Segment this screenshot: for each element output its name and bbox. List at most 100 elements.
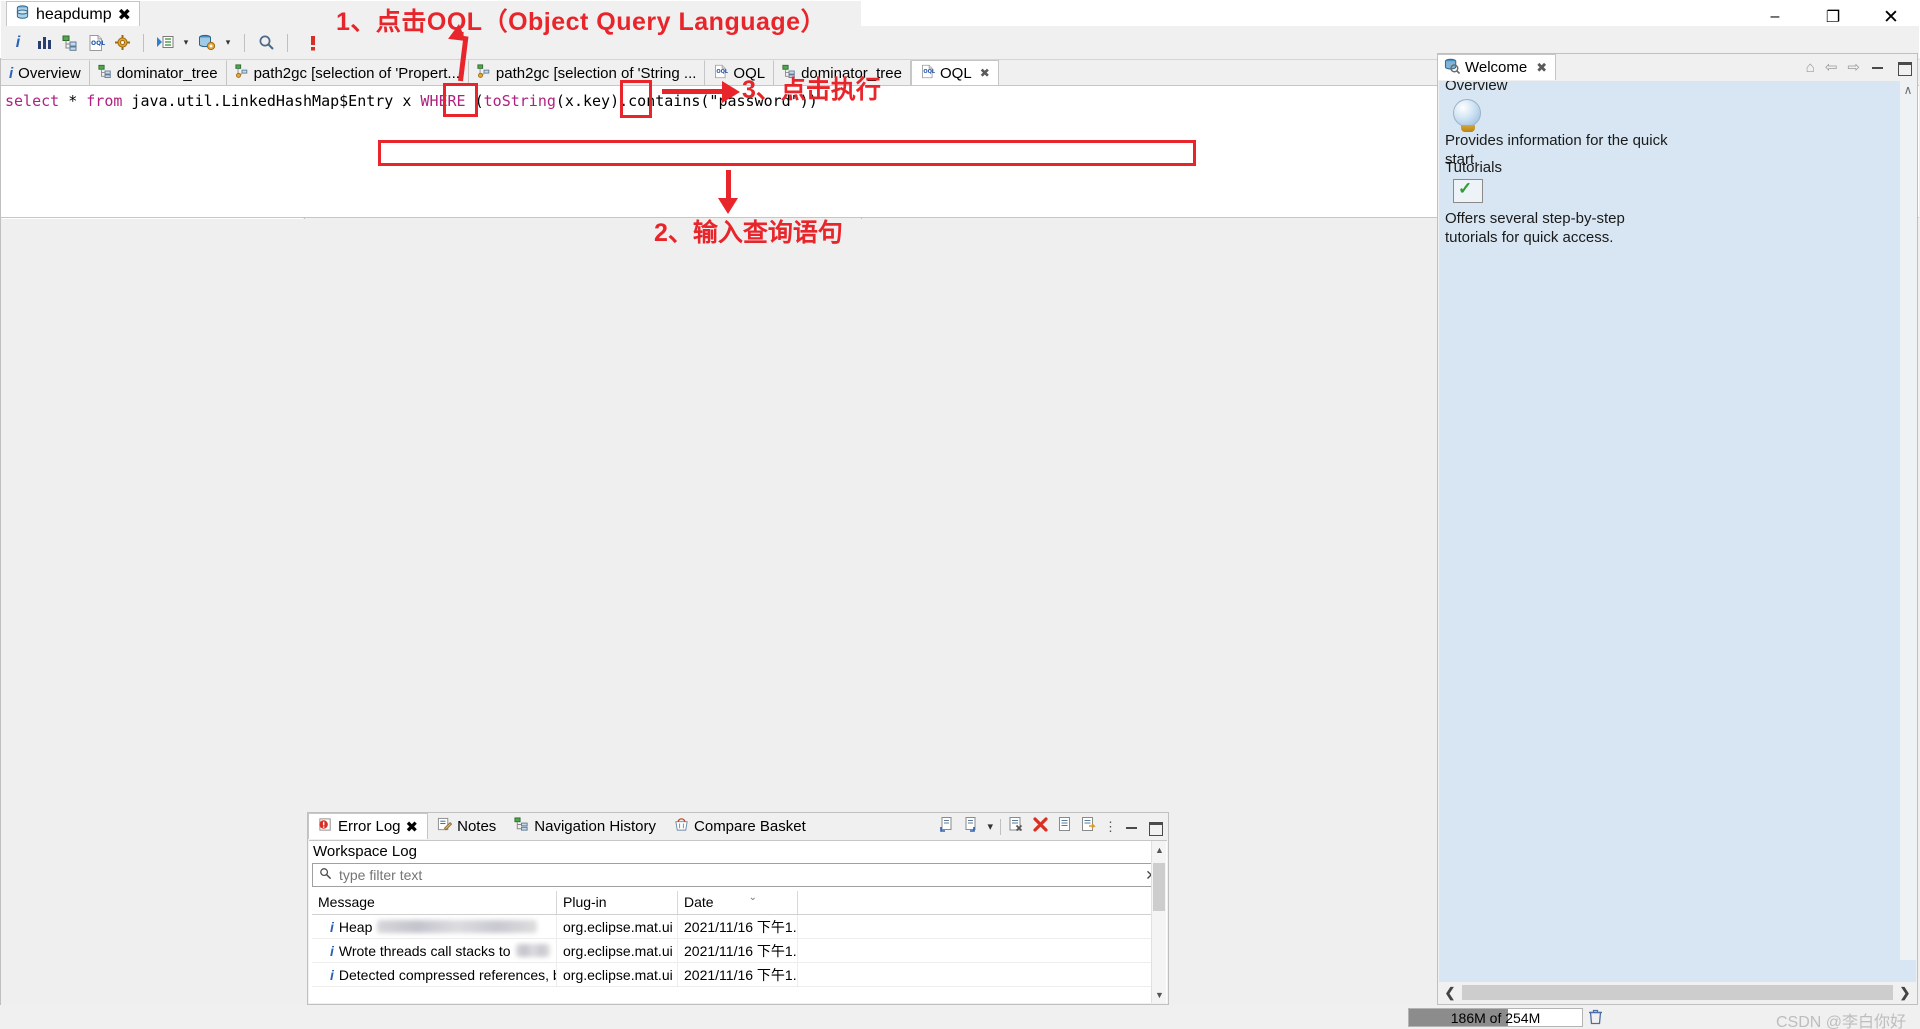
tab-navigation-history-label: Navigation History	[534, 818, 656, 835]
editor-tab-heapdump[interactable]: heapdump ✖	[6, 1, 140, 27]
dominator-tree-icon[interactable]	[59, 31, 81, 55]
forward-arrow-icon[interactable]: ⇨	[1847, 58, 1860, 76]
query-tab-dominator-tree-1[interactable]: dominator_tree	[90, 60, 227, 85]
import-log-icon[interactable]	[939, 816, 956, 837]
table-row[interactable]: i Heap org.eclipse.mat.ui 2021/11/16 下午1…	[312, 915, 1164, 939]
error-log-toolbar: ▾	[939, 816, 1163, 837]
clear-log-icon[interactable]	[1008, 816, 1025, 837]
welcome-section-tutorials-text: Offers several step-by-step tutorials fo…	[1445, 209, 1675, 247]
column-header-plugin[interactable]: Plug-in	[557, 891, 678, 914]
overview-info-icon[interactable]: i	[7, 31, 29, 55]
heap-dump-actions-icon[interactable]	[196, 31, 218, 55]
cell-plugin: org.eclipse.mat.ui	[557, 915, 678, 938]
welcome-content: Overview Provides information for the qu…	[1439, 81, 1916, 982]
globe-icon[interactable]	[1453, 99, 1481, 127]
tab-error-log[interactable]: Error Log ✖	[308, 813, 428, 839]
query-tab-oql-active[interactable]: OQL OQL ✖	[911, 60, 999, 85]
bottom-panel-maximize-icon[interactable]	[1147, 819, 1163, 835]
run-expert-dropdown-caret-icon[interactable]: ▾	[180, 32, 192, 54]
column-header-message[interactable]: Message	[312, 891, 557, 914]
path2gc-icon	[477, 64, 491, 82]
navigation-history-icon	[514, 817, 529, 836]
editor-tab-close-icon[interactable]: ✖	[118, 5, 131, 25]
filter-input-wrapper[interactable]: ✕	[312, 863, 1164, 887]
table-row[interactable]: i Wrote threads call stacks to org.eclip…	[312, 939, 1164, 963]
svg-text:OQL: OQL	[717, 69, 729, 75]
trash-icon[interactable]	[1588, 1009, 1603, 1029]
query-tab-path2gc-1[interactable]: path2gc [selection of 'Propert...	[227, 60, 469, 85]
welcome-tab-close-icon[interactable]: ✖	[1536, 60, 1547, 76]
welcome-tab[interactable]: Welcome ✖	[1438, 54, 1556, 80]
restore-log-icon[interactable]	[1080, 816, 1097, 837]
scroll-up-arrow-icon[interactable]: ▲	[1152, 841, 1167, 858]
query-tab-path2gc-2-label: path2gc [selection of 'String ...	[496, 65, 696, 82]
histogram-icon[interactable]	[33, 31, 55, 55]
annotation-highlight-oql-button	[443, 83, 478, 117]
cell-extra	[798, 939, 1164, 962]
svg-text:OQL: OQL	[91, 40, 105, 47]
filter-input[interactable]	[337, 866, 1140, 884]
view-menu-dropdown-icon[interactable]: ▾	[987, 820, 993, 833]
welcome-minimize-icon[interactable]	[1870, 59, 1886, 75]
heap-status-indicator[interactable]: 186M of 254M	[1408, 1008, 1583, 1027]
scroll-down-arrow-icon[interactable]: ▼	[1152, 986, 1167, 1003]
search-icon[interactable]	[255, 31, 277, 55]
table-row[interactable]: i Detected compressed references, b org.…	[312, 963, 1164, 987]
tab-compare-basket[interactable]: Compare Basket	[665, 813, 815, 839]
welcome-maximize-icon[interactable]	[1896, 59, 1912, 75]
error-log-icon	[318, 817, 333, 836]
welcome-scroll-right-icon[interactable]: ❯	[1894, 985, 1916, 1001]
view-menu-icon[interactable]: ⋮	[1104, 819, 1117, 835]
welcome-vertical-scrollbar[interactable]: ∧	[1900, 81, 1916, 960]
tab-navigation-history[interactable]: Navigation History	[505, 813, 665, 839]
watermark: CSDN @李白你好	[1776, 1008, 1906, 1029]
annotation-arrow-3-head	[722, 81, 740, 103]
toolbar-separator-3	[287, 34, 288, 52]
run-expert-system-icon[interactable]	[154, 31, 176, 55]
info-severity-icon: i	[330, 943, 334, 959]
welcome-scroll-left-icon[interactable]: ❮	[1439, 985, 1461, 1001]
cell-date: 2021/11/16 下午1...	[678, 963, 798, 986]
oql-token-select: select	[5, 92, 59, 110]
heap-dump-dropdown-caret-icon[interactable]: ▾	[222, 32, 234, 54]
cell-message: i Detected compressed references, b	[312, 963, 557, 986]
cell-plugin: org.eclipse.mat.ui	[557, 963, 678, 986]
welcome-view: Welcome ✖ ⌂ ⇦ ⇨ Overview Provides inform…	[1437, 53, 1918, 1005]
welcome-section-overview-title[interactable]: Overview	[1445, 81, 1508, 94]
error-log-vertical-scrollbar[interactable]: ▲ ▼	[1151, 841, 1166, 1003]
bottom-panel-tab-row: Error Log ✖ Notes	[308, 813, 1168, 839]
oql-icon[interactable]: OQL	[85, 31, 107, 55]
welcome-horizontal-scrollbar[interactable]: ❮ ❯	[1439, 982, 1916, 1003]
query-tab-path2gc-2[interactable]: path2gc [selection of 'String ...	[469, 60, 705, 85]
info-severity-icon: i	[330, 967, 334, 983]
error-log-tab-close-icon[interactable]: ✖	[406, 818, 419, 836]
home-icon[interactable]: ⌂	[1806, 59, 1815, 76]
column-header-date-label: Date	[684, 894, 714, 910]
column-header-date[interactable]: Date ⌄	[678, 891, 798, 914]
back-arrow-icon[interactable]: ⇦	[1825, 58, 1838, 76]
oql-token-from: from	[86, 92, 122, 110]
welcome-hscroll-track[interactable]	[1462, 985, 1893, 1000]
delete-log-icon[interactable]	[1032, 816, 1049, 837]
cell-extra	[798, 963, 1164, 986]
query-browser-gear-icon[interactable]	[111, 31, 133, 55]
export-log-icon[interactable]	[963, 816, 980, 837]
execute-query-icon[interactable]	[302, 31, 324, 55]
welcome-scroll-up-icon[interactable]: ∧	[1900, 83, 1916, 97]
query-tab-overview[interactable]: i Overview	[1, 60, 90, 85]
query-tab-path2gc-1-label: path2gc [selection of 'Propert...	[254, 65, 460, 82]
filter-search-icon	[319, 867, 332, 883]
welcome-view-tools: ⌂ ⇦ ⇨	[1806, 58, 1912, 76]
editor-area: heapdump ✖ i	[0, 0, 862, 764]
compare-basket-icon	[674, 817, 689, 836]
tutorials-icon[interactable]	[1453, 179, 1483, 203]
tab-notes[interactable]: Notes	[428, 813, 505, 839]
welcome-icon	[1444, 58, 1460, 78]
open-log-file-icon[interactable]	[1056, 816, 1073, 837]
cell-message-text: Detected compressed references, b	[339, 967, 557, 983]
scroll-thumb[interactable]	[1153, 863, 1165, 911]
query-tab-close-icon[interactable]: ✖	[980, 66, 990, 80]
bottom-panel-minimize-icon[interactable]	[1124, 819, 1140, 835]
column-header-extra[interactable]	[798, 891, 1164, 914]
welcome-section-tutorials-title[interactable]: Tutorials	[1445, 159, 1502, 176]
